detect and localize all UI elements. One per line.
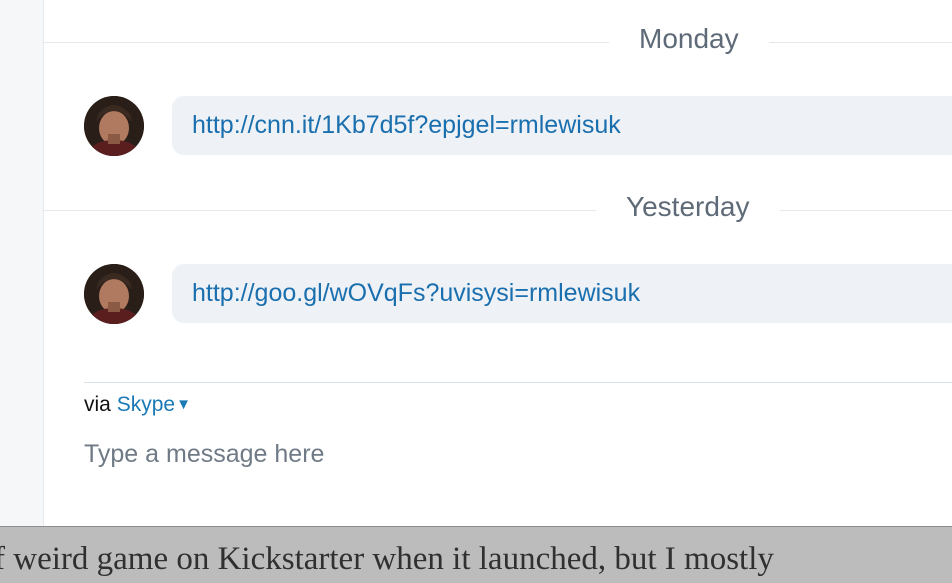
avatar[interactable]: [84, 96, 144, 156]
composer-divider: [84, 382, 952, 383]
date-divider: [44, 210, 952, 211]
date-divider: [44, 42, 952, 43]
message-bubble: http://cnn.it/1Kb7d5f?epjgel=rmlewisuk: [172, 96, 952, 155]
via-label: via: [84, 393, 111, 416]
message-link[interactable]: http://goo.gl/wOVqFs?uvisysi=rmlewisuk: [192, 276, 640, 310]
message-link[interactable]: http://cnn.it/1Kb7d5f?epjgel=rmlewisuk: [192, 108, 621, 142]
caret-down-icon: ▼: [176, 396, 191, 413]
left-rail: [0, 0, 44, 526]
background-caption: f weird game on Kickstarter when it laun…: [0, 541, 774, 577]
service-selector[interactable]: Skype▼: [117, 393, 191, 416]
chat-panel: Monday http://cnn.it/1Kb7d5f?epjgel=rmle…: [44, 0, 952, 526]
date-label-monday: Monday: [609, 22, 769, 56]
via-service-row: via Skype▼: [84, 392, 191, 418]
avatar[interactable]: [84, 264, 144, 324]
background-page-text: f weird game on Kickstarter when it laun…: [0, 526, 952, 583]
message-input[interactable]: [82, 434, 886, 474]
message-bubble: http://goo.gl/wOVqFs?uvisysi=rmlewisuk: [172, 264, 952, 323]
user-avatar-image: [84, 96, 144, 156]
date-label-yesterday: Yesterday: [596, 190, 780, 224]
user-avatar-image: [84, 264, 144, 324]
service-label: Skype: [116, 393, 176, 416]
